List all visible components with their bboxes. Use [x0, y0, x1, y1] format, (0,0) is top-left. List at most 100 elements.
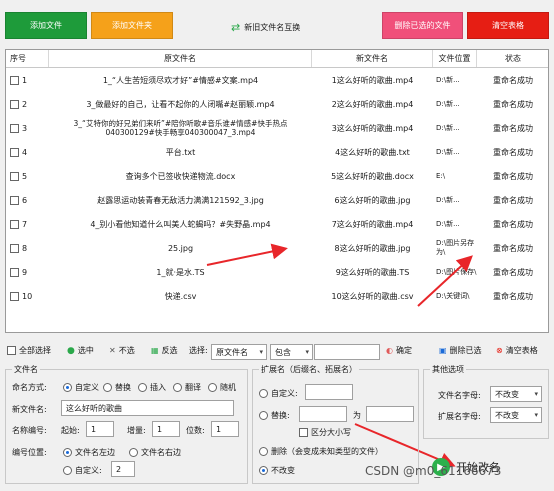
invert-button[interactable]: ▦ 反选	[151, 345, 178, 356]
naming-random-radio[interactable]: 随机	[208, 382, 236, 393]
naming-replace-radio[interactable]: 替换	[103, 382, 131, 393]
table-row[interactable]: 9 1_就·是水.TS 9这么好听的歌曲.TS D:\图片保存\ 重命名成功	[6, 261, 548, 283]
status-cell: 重命名成功	[493, 171, 533, 181]
select-all-checkbox[interactable]: 全部选择	[7, 345, 51, 356]
filter-input[interactable]	[314, 344, 380, 360]
status-cell: 重命名成功	[493, 267, 533, 277]
new-name-cell: 6这么好听的歌曲.jpg	[334, 195, 411, 205]
mode-select[interactable]: 包含 ▾	[270, 344, 313, 360]
delete-icon: ▣	[439, 346, 447, 355]
original-name-cell: 查询多个已签收快递物流.docx	[125, 171, 236, 181]
digits-input[interactable]: 1	[211, 421, 239, 437]
status-cell: 重命名成功	[493, 99, 533, 109]
status-cell: 重命名成功	[493, 195, 533, 205]
row-checkbox[interactable]	[10, 267, 19, 277]
header-location: 文件位置	[433, 50, 477, 67]
delete-selected-button[interactable]: ▣ 删除已选	[439, 345, 482, 356]
custom-position-input[interactable]: 2	[111, 461, 135, 477]
invert-icon: ▦	[151, 346, 159, 355]
filename-case-label: 文件名字母:	[438, 391, 481, 400]
confirm-icon: ◐	[386, 346, 393, 355]
new-name-label: 新文件名:	[12, 405, 47, 414]
new-name-cell: 7这么好听的歌曲.mp4	[331, 219, 414, 229]
row-number: 4	[6, 141, 49, 163]
position-label: 编号位置:	[12, 448, 47, 457]
start-input[interactable]: 1	[86, 421, 114, 437]
table-row[interactable]: 4 平台.txt 4这么好听的歌曲.txt D:\新... 重命名成功	[6, 141, 548, 163]
position-custom-radio[interactable]: 自定义:	[63, 465, 102, 476]
case-sensitive-checkbox[interactable]: 区分大小写	[299, 427, 351, 438]
original-name-cell: 赵露思运动装青春无敌活力满满121592_3.jpg	[97, 195, 264, 205]
file-table[interactable]: 序号 原文件名 新文件名 文件位置 状态 1 1_“人生苦短须尽欢才好”#情感#文…	[5, 49, 549, 333]
ext-replace-radio[interactable]: 替换:	[259, 410, 290, 421]
table-row[interactable]: 7 4_别小看他知道什么叫美人蛇蝎吗？#失野晶.mp4 7这么好听的歌曲.mp4 D:…	[6, 213, 548, 235]
unselect-button[interactable]: ✕ 不选	[109, 345, 135, 356]
location-cell: D:\图片保存\	[436, 267, 477, 276]
position-left-radio[interactable]: 文件名左边	[63, 447, 115, 458]
select-label: 选择:	[189, 346, 208, 355]
swap-names-label: 新旧文件名互换	[244, 22, 301, 32]
clear-table-small-button[interactable]: ⊗ 清空表格	[496, 345, 538, 356]
start-label: 起始:	[61, 426, 80, 435]
clear-table-button[interactable]: 清空表格	[467, 12, 549, 39]
add-file-button[interactable]: 添加文件	[5, 12, 87, 39]
status-cell: 重命名成功	[493, 243, 533, 253]
clear-icon: ⊗	[496, 346, 503, 355]
field-select[interactable]: 原文件名 ▾	[211, 344, 267, 360]
naming-custom-radio[interactable]: 自定义	[63, 382, 99, 393]
filename-case-select[interactable]: 不改变 ▾	[490, 386, 542, 402]
ext-replace-to-input[interactable]	[366, 406, 414, 422]
row-checkbox[interactable]	[10, 291, 19, 301]
row-checkbox[interactable]	[10, 171, 19, 181]
swap-names-button[interactable]: ⇄ 新旧文件名互换	[231, 18, 300, 36]
confirm-button[interactable]: ◐ 确定	[386, 345, 412, 356]
add-folder-button[interactable]: 添加文件夹	[91, 12, 173, 39]
row-checkbox[interactable]	[10, 147, 19, 157]
status-cell: 重命名成功	[493, 123, 533, 133]
new-name-cell: 10这么好听的歌曲.csv	[331, 291, 414, 301]
table-row[interactable]: 10 快递.csv 10这么好听的歌曲.csv D:\关键词\ 重命名成功	[6, 285, 548, 307]
status-cell: 重命名成功	[493, 219, 533, 229]
table-row[interactable]: 8 25.jpg 8这么好听的歌曲.jpg D:\图片另存为\ 重命名成功	[6, 237, 548, 259]
ext-custom-radio[interactable]: 自定义:	[259, 388, 298, 399]
row-number: 8	[6, 237, 49, 259]
naming-mode-label: 命名方式:	[12, 383, 47, 392]
step-input[interactable]: 1	[152, 421, 180, 437]
new-name-input[interactable]: 这么好听的歌曲	[61, 400, 234, 416]
new-name-cell: 2这么好听的歌曲.mp4	[331, 99, 414, 109]
ext-replace-from-input[interactable]	[299, 406, 347, 422]
row-checkbox[interactable]	[10, 75, 19, 85]
table-row[interactable]: 3 3_“艾特你的好兄弟们来听”#陪你听歌#音乐谁#情感#快手热点04030012…	[6, 117, 548, 139]
new-name-cell: 1这么好听的歌曲.mp4	[331, 75, 414, 85]
ext-custom-input[interactable]	[305, 384, 353, 400]
row-checkbox[interactable]	[10, 99, 19, 109]
original-name-cell: 平台.txt	[165, 147, 196, 157]
watermark: CSDN @m0_61166673	[365, 464, 502, 478]
row-number: 6	[6, 189, 49, 211]
row-checkbox[interactable]	[10, 219, 19, 229]
original-name-cell: 快递.csv	[164, 291, 197, 301]
table-row[interactable]: 6 赵露思运动装青春无敌活力满满121592_3.jpg 6这么好听的歌曲.jpg D…	[6, 189, 548, 211]
select-checked-button[interactable]: ● 选中	[67, 345, 94, 356]
table-row[interactable]: 2 3_做最好的自己，让看不起你的人闭嘴#赵丽颖.mp4 2这么好听的歌曲.mp4 D…	[6, 93, 548, 115]
naming-insert-radio[interactable]: 插入	[138, 382, 166, 393]
ext-no-change-radio[interactable]: 不改变	[259, 465, 295, 476]
naming-translate-radio[interactable]: 翻译	[173, 382, 201, 393]
row-number: 9	[6, 261, 49, 283]
ext-case-select[interactable]: 不改变 ▾	[490, 407, 542, 423]
delete-selected-files-button[interactable]: 删除已选的文件	[382, 12, 463, 39]
row-checkbox[interactable]	[10, 243, 19, 253]
table-row[interactable]: 5 查询多个已签收快递物流.docx 5这么好听的歌曲.docx E:\ 重命名成功	[6, 165, 548, 187]
row-number: 5	[6, 165, 49, 187]
row-checkbox[interactable]	[10, 195, 19, 205]
new-name-cell: 3这么好听的歌曲.mp4	[331, 123, 414, 133]
location-cell: D:\关键词\	[436, 291, 470, 300]
status-cell: 重命名成功	[493, 291, 533, 301]
ext-delete-radio[interactable]: 删除（会变成未知类型的文件）	[259, 446, 383, 457]
filename-group: 文件名 命名方式: 自定义 替换 插入 翻译 随机 新文件名: 这么好听的歌曲 …	[5, 364, 248, 484]
location-cell: D:\新...	[436, 75, 460, 84]
table-row[interactable]: 1 1_“人生苦短须尽欢才好”#情感#文案.mp4 1这么好听的歌曲.mp4 D:\新…	[6, 69, 548, 91]
location-cell: D:\新...	[436, 99, 460, 108]
row-checkbox[interactable]	[10, 123, 19, 133]
position-right-radio[interactable]: 文件名右边	[129, 447, 181, 458]
